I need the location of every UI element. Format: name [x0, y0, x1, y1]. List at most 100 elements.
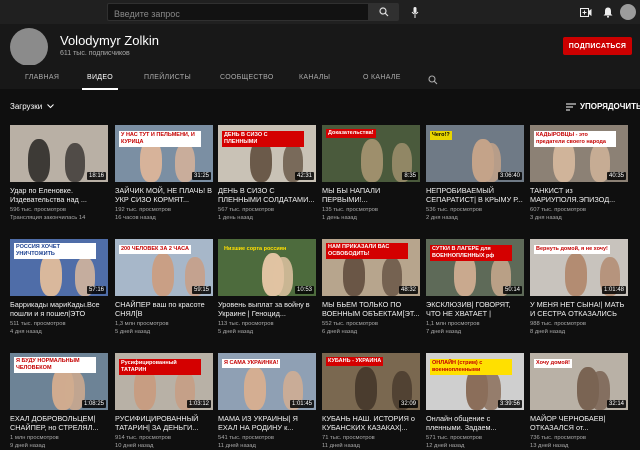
- video-card[interactable]: 18:16 Удар по Еленовке. Издевательства на…: [10, 125, 108, 222]
- video-title[interactable]: У МЕНЯ НЕТ СЫНА!| МАТЬ И СЕСТРА ОТКАЗАЛИ…: [530, 300, 628, 318]
- video-thumbnail[interactable]: Доказательства! 8:35: [322, 125, 420, 182]
- video-age: 6 дней назад: [322, 329, 358, 335]
- video-title[interactable]: ЭКСКЛЮЗИВ| ГОВОРЯТ, ЧТО НЕ ХВАТАЕТ | УСЛ…: [426, 300, 524, 318]
- video-card[interactable]: Русифицированный ТАТАРИН 1:03:12 РУСИФИЦИР…: [115, 353, 213, 450]
- video-thumbnail[interactable]: КУБАНЬ - УКРАИНА 32:09: [322, 353, 420, 410]
- video-thumbnail[interactable]: Чего!? 3:06:40: [426, 125, 524, 182]
- video-duration: 1:08:25: [81, 400, 106, 408]
- video-duration: 48:32: [398, 286, 418, 294]
- video-title[interactable]: КУБАНЬ НАШ. ИСТОРИЯ о КУБАНСКИХ КАЗАКАХ|…: [322, 414, 420, 432]
- video-card[interactable]: Доказательства! 8:35 МЫ БЫ НАПАЛИ ПЕРВЫМИ!…: [322, 125, 420, 222]
- video-thumbnail[interactable]: НАМ ПРИКАЗАЛИ ВАС ОСВОБОДИТЬ! 48:32: [322, 239, 420, 296]
- video-title[interactable]: НЕПРОБИВАЕМЫЙ СЕПАРАТИСТ| В КРЫМУ Р...: [426, 186, 524, 204]
- create-video-icon: [580, 7, 592, 17]
- video-thumbnail[interactable]: ДЕНЬ В СИЗО С ПЛЕННЫМИ 42:31: [218, 125, 316, 182]
- notifications-button[interactable]: [600, 4, 616, 20]
- video-title[interactable]: ТАНКИСТ из МАРИУПОЛЯ.ЭПИЗОД...: [530, 186, 628, 204]
- video-card[interactable]: КАДЫРОВЦЫ - это предатели своего народа 4…: [530, 125, 628, 222]
- video-title[interactable]: ДЕНЬ В СИЗО С ПЛЕННЫМИ СОЛДАТАМИ...: [218, 186, 316, 204]
- video-card[interactable]: Я БУДУ НОРМАЛЬНЫМ ЧЕЛОВЕКОМ 1:08:25 ЕХАЛ Д…: [10, 353, 108, 450]
- video-card[interactable]: КУБАНЬ - УКРАИНА 32:09 КУБАНЬ НАШ. ИСТОРИЯ…: [322, 353, 420, 450]
- video-views: 1 млн просмотров: [10, 435, 59, 441]
- video-thumbnail[interactable]: ОНЛАЙН (стрим) с военнопленными 3:39:56: [426, 353, 524, 410]
- video-title[interactable]: ЕХАЛ ДОБРОВОЛЬЦЕМ| СНАЙПЕР, но СТРЕЛЯЛ..…: [10, 414, 108, 432]
- video-card[interactable]: Хочу домой! 32:14 МАЙОР ЧЕРНОБАЕВ| ОТКАЗАЛ…: [530, 353, 628, 450]
- video-title[interactable]: МЫ БЫ НАПАЛИ ПЕРВЫМИ!...: [322, 186, 420, 204]
- video-title[interactable]: Уровень выплат за войну в Украине | Гено…: [218, 300, 316, 318]
- thumbnail-caption: СУТКИ В ЛАГЕРЕ для ВОЕННОПЛЕННЫХ рф: [430, 245, 512, 261]
- video-title[interactable]: ЗАЙЧИК МОЙ, НЕ ПЛАЧЬ! В УКР СИЗО КОРМЯТ.…: [115, 186, 213, 204]
- thumbnail-person: [244, 367, 266, 410]
- video-card[interactable]: Я САМА УКРАИНКА! 1:01:45 МАМА ИЗ УКРАИНЫ| …: [218, 353, 316, 450]
- video-card[interactable]: СУТКИ В ЛАГЕРЕ для ВОЕННОПЛЕННЫХ рф 50:14…: [426, 239, 524, 336]
- video-thumbnail[interactable]: Вернуть домой, я не хочу! 1:01:48: [530, 239, 628, 296]
- video-card[interactable]: ОНЛАЙН (стрим) с военнопленными 3:39:56 Он…: [426, 353, 524, 450]
- thumbnail-person: [152, 253, 174, 296]
- video-title[interactable]: Баррикады мариКады.Все пошли и я пошел|Э…: [10, 300, 108, 318]
- sort-button[interactable]: УПОРЯДОЧИТЬ: [566, 102, 640, 111]
- video-thumbnail[interactable]: 200 ЧЕЛОВЕК ЗА 2 ЧАСА 59:15: [115, 239, 213, 296]
- search-icon: [379, 7, 389, 17]
- uploads-label: Загрузки: [10, 102, 43, 111]
- video-title[interactable]: МЫ БЬЕМ ТОЛЬКО ПО ВОЕННЫМ ОБЪЕКТАМ[ЭТ...: [322, 300, 420, 318]
- video-duration: 1:01:48: [601, 286, 626, 294]
- video-title[interactable]: МАЙОР ЧЕРНОБАЕВ| ОТКАЗАЛСЯ от...: [530, 414, 628, 432]
- video-card[interactable]: Чего!? 3:06:40 НЕПРОБИВАЕМЫЙ СЕПАРАТИСТ| В…: [426, 125, 524, 222]
- video-title[interactable]: СНАЙПЕР ваш по красоте СНЯЛ[В ПОДРОБНОСТ…: [115, 300, 213, 318]
- video-card[interactable]: Вернуть домой, я не хочу! 1:01:48 У МЕНЯ Н…: [530, 239, 628, 336]
- account-avatar[interactable]: [620, 4, 636, 20]
- create-video-button[interactable]: [578, 4, 594, 20]
- video-title[interactable]: Удар по Еленовке. Издевательства над ...: [10, 186, 108, 204]
- video-card[interactable]: 200 ЧЕЛОВЕК ЗА 2 ЧАСА 59:15 СНАЙПЕР ваш по…: [115, 239, 213, 336]
- channel-avatar: [10, 28, 48, 66]
- video-thumbnail[interactable]: КАДЫРОВЦЫ - это предатели своего народа 4…: [530, 125, 628, 182]
- video-thumbnail[interactable]: Я САМА УКРАИНКА! 1:01:45: [218, 353, 316, 410]
- channel-search-button[interactable]: [428, 72, 440, 85]
- video-views: 736 тыс. просмотров: [530, 435, 586, 441]
- video-duration: 40:35: [606, 172, 626, 180]
- video-duration: 32:09: [398, 400, 418, 408]
- tab-channels[interactable]: КАНАЛЫ: [299, 74, 330, 81]
- video-duration: 32:14: [606, 400, 626, 408]
- video-thumbnail[interactable]: Хочу домой! 32:14: [530, 353, 628, 410]
- tab-community[interactable]: СООБЩЕСТВО: [220, 74, 274, 81]
- video-views: 571 тыс. просмотров: [426, 435, 482, 441]
- search-input[interactable]: [108, 6, 368, 22]
- uploads-dropdown[interactable]: Загрузки: [10, 102, 55, 111]
- video-card[interactable]: Низшие сорта россиян 10:53 Уровень выплат …: [218, 239, 316, 336]
- search-icon: [428, 75, 438, 85]
- video-age: 1 день назад: [322, 215, 357, 221]
- video-title[interactable]: МАМА ИЗ УКРАИНЫ| Я ЕХАЛ НА РОДИНУ к...: [218, 414, 316, 432]
- video-card[interactable]: НАМ ПРИКАЗАЛИ ВАС ОСВОБОДИТЬ! 48:32 МЫ БЬЕ…: [322, 239, 420, 336]
- search-box[interactable]: [107, 3, 369, 22]
- video-thumbnail[interactable]: Русифицированный ТАТАРИН 1:03:12: [115, 353, 213, 410]
- thumbnail-caption: Доказательства!: [326, 129, 376, 138]
- video-card[interactable]: РОССИЯ ХОЧЕТ УНИЧТОЖИТЬ 57:16 Баррикады ма…: [10, 239, 108, 336]
- video-duration: 3:39:56: [497, 400, 522, 408]
- video-card[interactable]: У НАС ТУТ И ПЕЛЬМЕНИ, И КУРИЦА 31:25 ЗАЙЧИ…: [115, 125, 213, 222]
- video-thumbnail[interactable]: Я БУДУ НОРМАЛЬНЫМ ЧЕЛОВЕКОМ 1:08:25: [10, 353, 108, 410]
- thumbnail-person: [40, 253, 62, 296]
- video-thumbnail[interactable]: СУТКИ В ЛАГЕРЕ для ВОЕННОПЛЕННЫХ рф 50:14: [426, 239, 524, 296]
- subscribe-button[interactable]: ПОДПИСАТЬСЯ: [563, 37, 632, 55]
- video-views: 113 тыс. просмотров: [218, 321, 274, 327]
- video-thumbnail[interactable]: Низшие сорта россиян 10:53: [218, 239, 316, 296]
- video-title[interactable]: РУСИФИЦИРОВАННЫЙ ТАТАРИН| ЗА ДЕНЬГИ...: [115, 414, 213, 432]
- search-button[interactable]: [369, 3, 399, 21]
- video-thumbnail[interactable]: 18:16: [10, 125, 108, 182]
- video-age: 16 часов назад: [115, 215, 156, 221]
- thumbnail-person: [273, 257, 293, 296]
- microphone-button[interactable]: [407, 4, 423, 20]
- video-duration: 57:16: [86, 286, 106, 294]
- video-card[interactable]: ДЕНЬ В СИЗО С ПЛЕННЫМИ 42:31 ДЕНЬ В СИЗО С…: [218, 125, 316, 222]
- tab-about[interactable]: О КАНАЛЕ: [363, 74, 401, 81]
- video-thumbnail[interactable]: РОССИЯ ХОЧЕТ УНИЧТОЖИТЬ 57:16: [10, 239, 108, 296]
- video-age: 9 дней назад: [10, 443, 46, 449]
- video-thumbnail[interactable]: У НАС ТУТ И ПЕЛЬМЕНИ, И КУРИЦА 31:25: [115, 125, 213, 182]
- video-title[interactable]: Онлайн общение с пленными. Задаем...: [426, 414, 524, 432]
- tab-playlists[interactable]: ПЛЕЙЛИСТЫ: [144, 74, 191, 81]
- tab-videos[interactable]: ВИДЕО: [87, 74, 113, 81]
- chevron-down-icon: [47, 102, 55, 111]
- thumbnail-caption: КАДЫРОВЦЫ - это предатели своего народа: [534, 131, 616, 147]
- tab-home[interactable]: ГЛАВНАЯ: [25, 74, 59, 81]
